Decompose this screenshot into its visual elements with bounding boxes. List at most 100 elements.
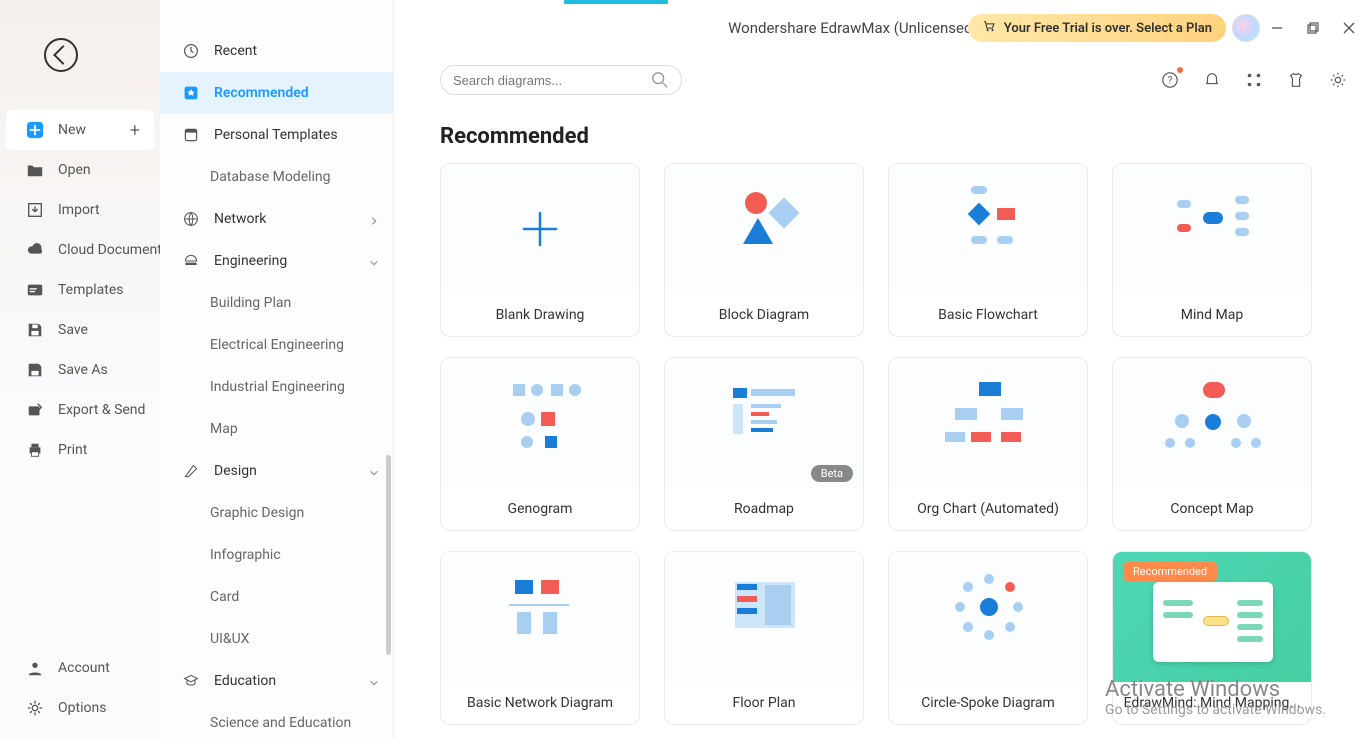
star-badge-icon	[182, 84, 200, 102]
scrollbar-thumb[interactable]	[386, 455, 391, 655]
cat-sub-industrial[interactable]: Industrial Engineering	[160, 366, 393, 408]
title-bar: Wondershare EdrawMax (Unlicensed Version…	[394, 0, 1366, 56]
card-mind-map[interactable]: Mind Map	[1112, 163, 1312, 337]
cat-sub-graphic[interactable]: Graphic Design	[160, 492, 393, 534]
cat-sub-electrical[interactable]: Electrical Engineering	[160, 324, 393, 366]
cat-sub-db[interactable]: Database Modeling	[160, 156, 393, 198]
card-thumbnail	[441, 358, 639, 488]
beta-badge: Beta	[811, 465, 853, 482]
cat-sub-card[interactable]: Card	[160, 576, 393, 618]
cat-sub-map[interactable]: Map	[160, 408, 393, 450]
toolbar-row: ?	[394, 56, 1366, 104]
svg-text:?: ?	[1168, 76, 1173, 87]
cat-engineering[interactable]: Engineering	[160, 240, 393, 282]
nav-item-save[interactable]: Save	[0, 310, 160, 350]
card-thumbnail	[665, 164, 863, 294]
nav-group-bottom: Account Options	[0, 648, 160, 728]
template-grid: Blank Drawing Block Diagram Basic Flowch…	[440, 163, 1366, 725]
plus-icon	[520, 209, 560, 249]
card-basic-flowchart[interactable]: Basic Flowchart	[888, 163, 1088, 337]
card-thumbnail	[1113, 164, 1311, 294]
bell-icon[interactable]	[1202, 70, 1222, 90]
print-icon	[26, 441, 44, 459]
nav-item-export[interactable]: Export & Send	[0, 390, 160, 430]
chevron-down-icon	[369, 256, 379, 266]
cat-sub-uiux[interactable]: UI&UX	[160, 618, 393, 660]
export-icon	[26, 401, 44, 419]
section-title: Recommended	[440, 124, 1366, 149]
card-thumbnail	[1113, 358, 1311, 488]
design-icon	[182, 462, 200, 480]
card-floor-plan[interactable]: Floor Plan	[664, 551, 864, 725]
save-icon	[26, 321, 44, 339]
card-circle-spoke[interactable]: Circle-Spoke Diagram	[888, 551, 1088, 725]
search-box[interactable]	[440, 65, 682, 95]
card-org-chart[interactable]: Org Chart (Automated)	[888, 357, 1088, 531]
card-thumbnail: Recommended	[1113, 552, 1311, 682]
minimize-button[interactable]	[1270, 21, 1284, 35]
cat-design[interactable]: Design	[160, 450, 393, 492]
trial-banner[interactable]: Your Free Trial is over. Select a Plan	[968, 14, 1226, 42]
help-icon[interactable]: ?	[1160, 70, 1180, 90]
back-arrow-icon	[53, 45, 73, 65]
notification-dot	[1177, 67, 1183, 73]
card-block-diagram[interactable]: Block Diagram	[664, 163, 864, 337]
card-thumbnail	[441, 164, 639, 294]
card-network-diagram[interactable]: Basic Network Diagram	[440, 551, 640, 725]
nav-item-open[interactable]: Open	[0, 150, 160, 190]
clock-icon	[182, 42, 200, 60]
cat-sub-infographic[interactable]: Infographic	[160, 534, 393, 576]
cat-recent[interactable]: Recent	[160, 30, 393, 72]
import-icon	[26, 201, 44, 219]
templates-icon	[26, 281, 44, 299]
cat-sub-building[interactable]: Building Plan	[160, 282, 393, 324]
cloud-icon	[26, 241, 44, 259]
title-accent	[564, 0, 668, 4]
cat-personal[interactable]: Personal Templates	[160, 114, 393, 156]
user-icon	[26, 659, 44, 677]
nav-item-saveas[interactable]: Save As	[0, 350, 160, 390]
search-input[interactable]	[453, 73, 643, 88]
network-icon	[182, 210, 200, 228]
nav-item-cloud[interactable]: Cloud Documents	[0, 230, 160, 270]
add-icon[interactable]: +	[130, 120, 140, 141]
plus-square-icon	[26, 121, 44, 139]
windows-activation-watermark: Activate Windows Go to Settings to activ…	[1105, 677, 1326, 718]
nav-item-account[interactable]: Account	[0, 648, 160, 688]
card-genogram[interactable]: Genogram	[440, 357, 640, 531]
toolbar-icons: ?	[1160, 70, 1348, 90]
nav-item-options[interactable]: Options	[0, 688, 160, 728]
left-sidebar: New + Open Import Cloud Documents Templa…	[0, 0, 160, 738]
card-roadmap[interactable]: Beta Roadmap	[664, 357, 864, 531]
cat-recommended[interactable]: Recommended	[160, 72, 393, 114]
main-area: Wondershare EdrawMax (Unlicensed Version…	[394, 0, 1366, 738]
nav-item-print[interactable]: Print	[0, 430, 160, 470]
card-thumbnail	[441, 552, 639, 682]
shirt-icon[interactable]	[1286, 70, 1306, 90]
settings-icon[interactable]	[1328, 70, 1348, 90]
card-thumbnail	[889, 358, 1087, 488]
cat-education[interactable]: Education	[160, 660, 393, 702]
category-panel: Recent Recommended Personal Templates Da…	[160, 0, 394, 738]
education-icon	[182, 672, 200, 690]
back-button[interactable]	[44, 38, 78, 72]
saveas-icon	[26, 361, 44, 379]
card-concept-map[interactable]: Concept Map	[1112, 357, 1312, 531]
search-icon[interactable]	[651, 71, 669, 89]
cat-network[interactable]: Network	[160, 198, 393, 240]
folder-icon	[26, 161, 44, 179]
close-button[interactable]	[1342, 21, 1356, 35]
nav-item-templates[interactable]: Templates	[0, 270, 160, 310]
nav-label: New	[58, 122, 116, 138]
cat-sub-science[interactable]: Science and Education	[160, 702, 393, 738]
window-controls	[1270, 0, 1356, 56]
chevron-down-icon	[369, 466, 379, 476]
apps-icon[interactable]	[1244, 70, 1264, 90]
card-blank-drawing[interactable]: Blank Drawing	[440, 163, 640, 337]
nav-item-new[interactable]: New +	[6, 110, 154, 150]
template-icon	[182, 126, 200, 144]
avatar[interactable]	[1232, 14, 1260, 42]
nav-item-import[interactable]: Import	[0, 190, 160, 230]
maximize-button[interactable]	[1306, 21, 1320, 35]
chevron-right-icon	[369, 214, 379, 224]
